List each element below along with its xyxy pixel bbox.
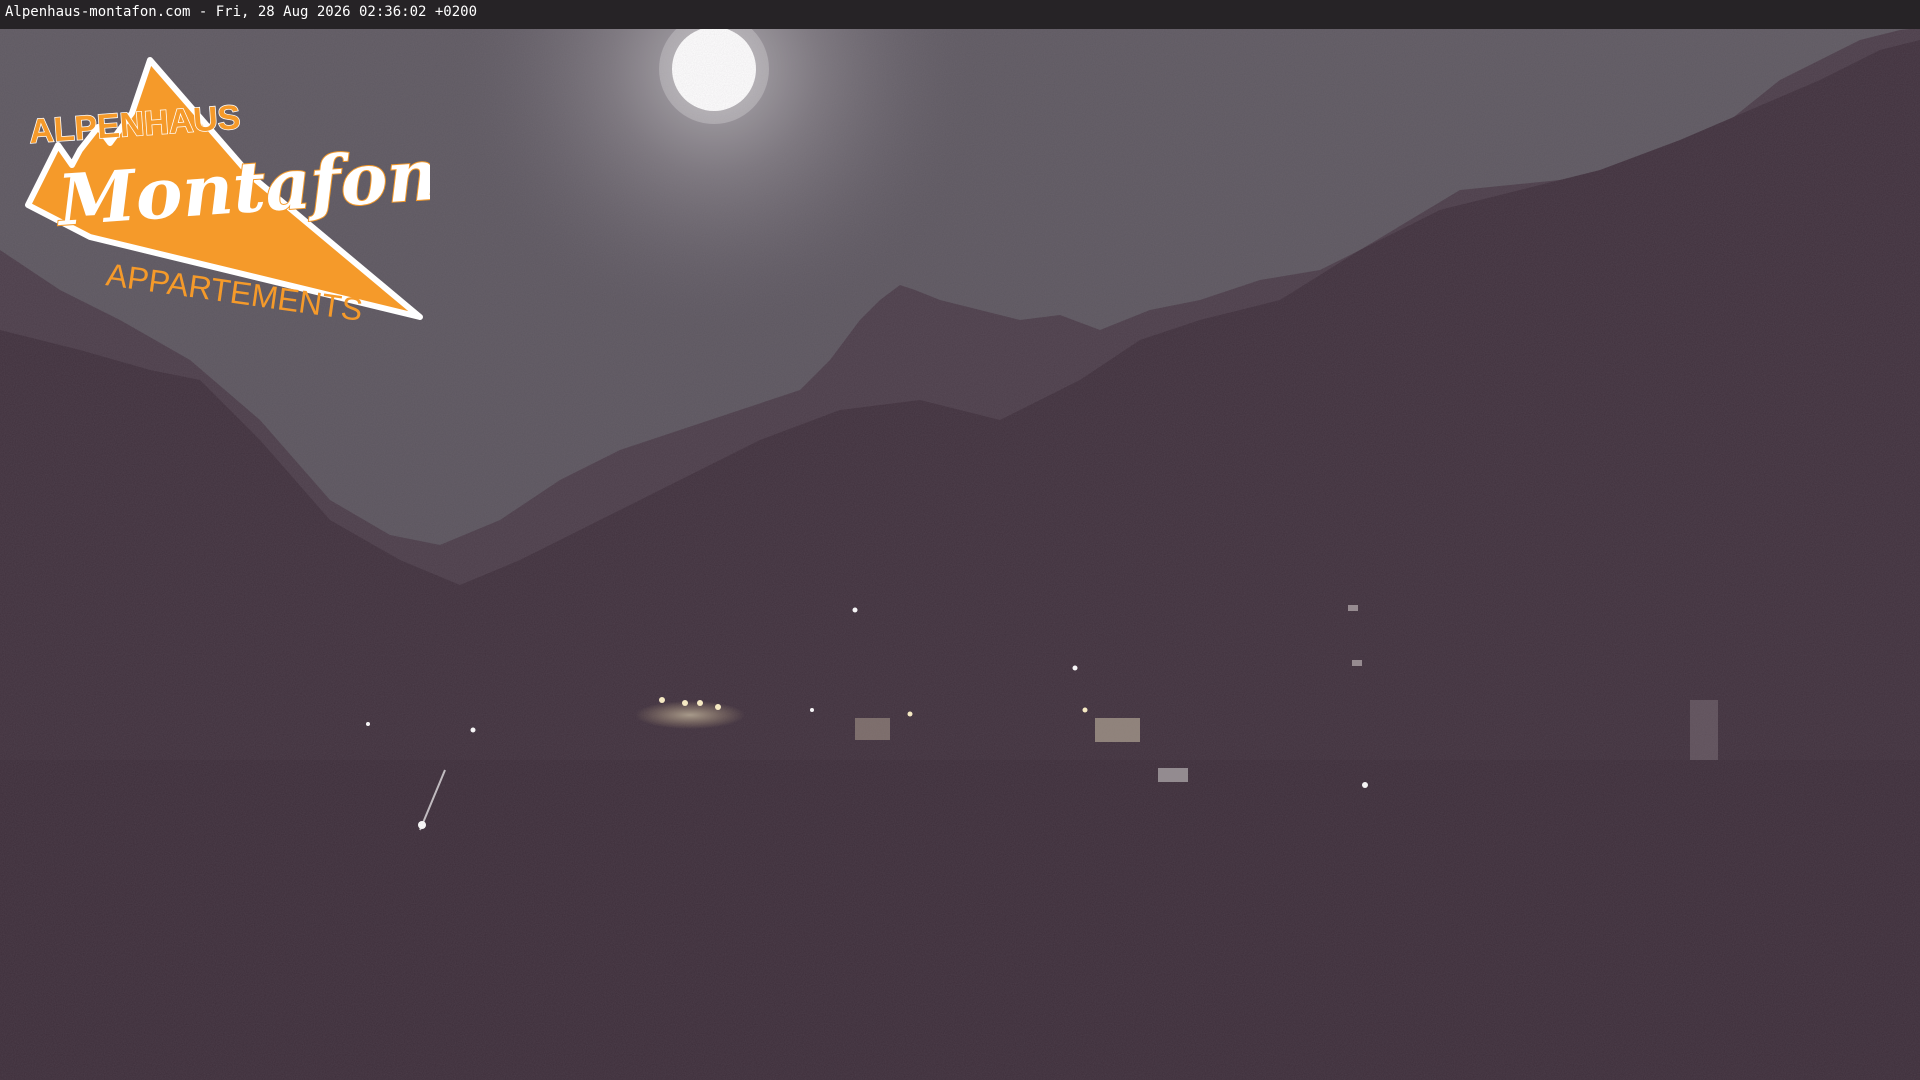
alpenhaus-montafon-logo: ALPENHAUS Montafon APPARTEMENTS <box>25 57 430 328</box>
caption-timestamp: Alpenhaus-montafon.com - Fri, 28 Aug 202… <box>5 4 478 20</box>
webcam-frame: Alpenhaus-montafon.com - Fri, 28 Aug 202… <box>0 0 1920 1080</box>
caption-bar: Alpenhaus-montafon.com - Fri, 28 Aug 202… <box>0 0 1920 29</box>
